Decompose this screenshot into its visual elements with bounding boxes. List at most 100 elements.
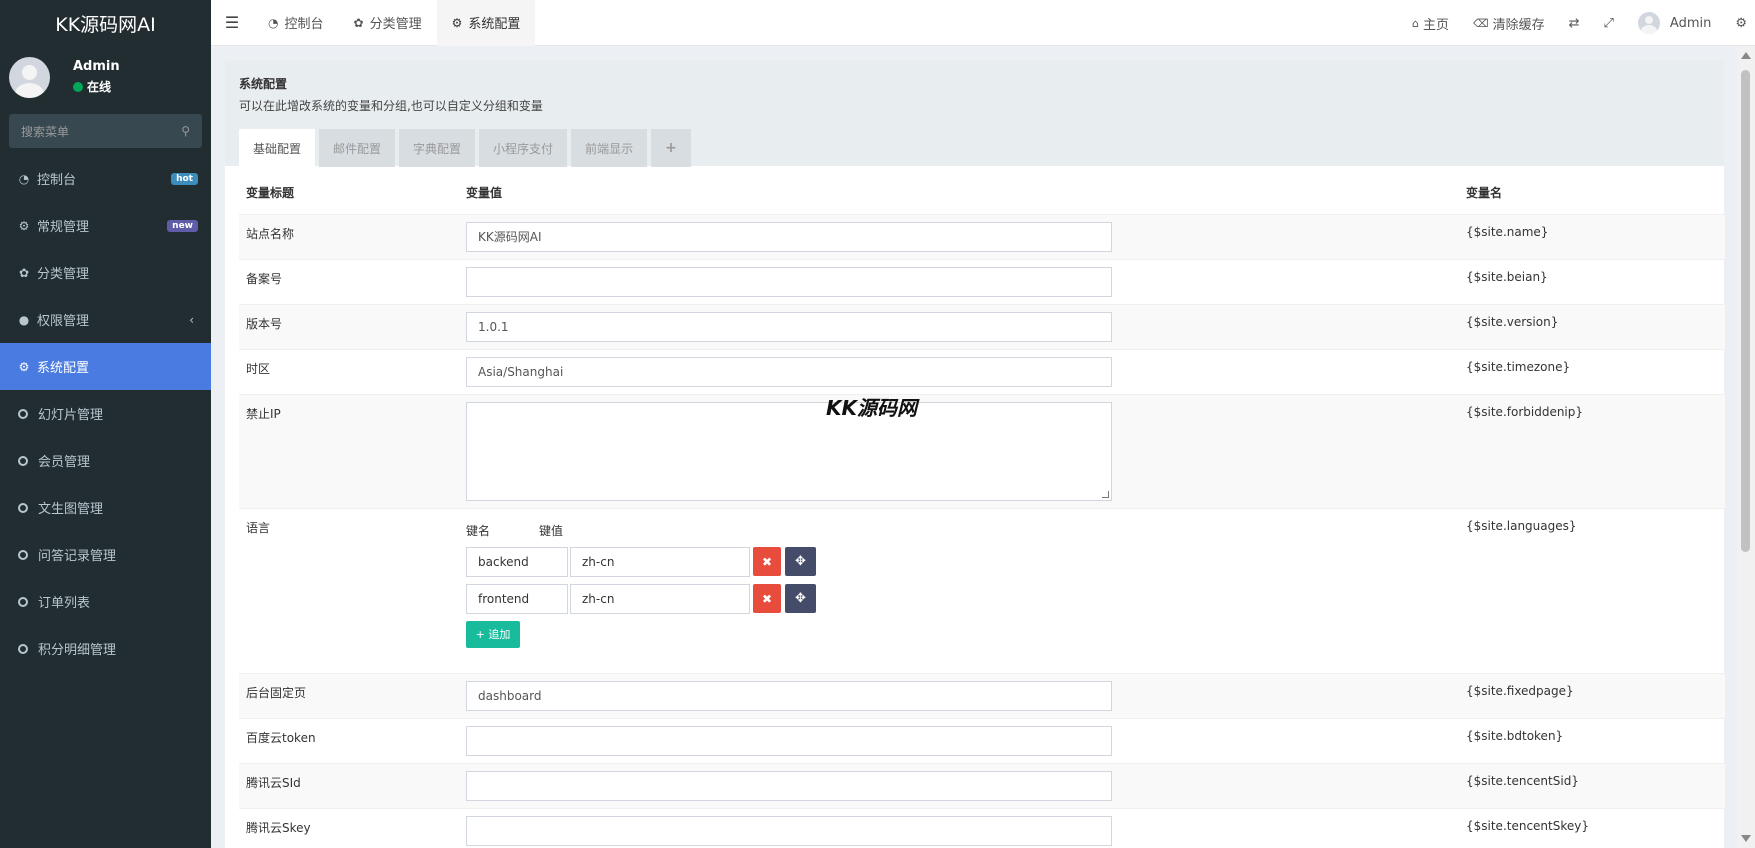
- cogs-icon: ⚙: [18, 218, 30, 233]
- tab-category[interactable]: ✿ 分类管理: [339, 0, 437, 46]
- home-link[interactable]: ⌂ 主页: [1400, 14, 1461, 33]
- tab-miniapp-pay[interactable]: 小程序支付: [479, 129, 568, 167]
- sidebar-item-general[interactable]: ⚙ 常规管理 new: [0, 202, 211, 249]
- circle-icon: [18, 549, 28, 560]
- page-description: 可以在此增改系统的变量和分组,也可以自定义分组和变量: [239, 99, 543, 113]
- gear-icon: ⚙: [451, 15, 463, 30]
- tencent-skey-input[interactable]: [466, 815, 1112, 846]
- row-title: 语言: [239, 507, 459, 673]
- sidebar-item-label: 积分明细管理: [38, 643, 117, 658]
- delete-row-button[interactable]: ✖: [753, 584, 781, 613]
- append-button[interactable]: + 追加: [466, 620, 520, 648]
- kv-key-header: 键名: [466, 523, 491, 538]
- kv-row: backend zh-cn ✖ ✥: [466, 546, 1452, 577]
- scroll-down-icon[interactable]: [1741, 835, 1751, 842]
- column-header-title: 变量标题: [246, 186, 295, 201]
- sidebar-item-label: 幻灯片管理: [38, 408, 104, 423]
- tab-email[interactable]: 邮件配置: [319, 129, 396, 167]
- sidebar-item-label: 系统配置: [37, 361, 90, 376]
- sidebar-item-auth[interactable]: ● 权限管理 ‹: [0, 296, 211, 343]
- column-header-value: 变量值: [466, 186, 503, 201]
- tencent-sid-input[interactable]: [466, 770, 1112, 801]
- row-title: 版本号: [239, 303, 459, 349]
- beian-input[interactable]: [466, 266, 1112, 297]
- tab-label: 系统配置: [468, 17, 521, 32]
- sidebar-item-dashboard[interactable]: ◔ 控制台 hot: [0, 155, 211, 202]
- search-icon[interactable]: ⚲: [181, 124, 190, 138]
- scroll-up-icon[interactable]: [1741, 52, 1751, 59]
- delete-row-button[interactable]: ✖: [753, 547, 781, 576]
- hamburger-icon[interactable]: ☰: [211, 13, 253, 32]
- bdtoken-input[interactable]: [466, 725, 1112, 756]
- version-input[interactable]: 1.0.1: [466, 311, 1112, 342]
- user-status-label: 在线: [87, 80, 112, 94]
- main-content: 系统配置 可以在此增改系统的变量和分组,也可以自定义分组和变量 基础配置 邮件配…: [225, 60, 1725, 848]
- circle-icon: [18, 502, 28, 513]
- tab-config[interactable]: ⚙ 系统配置: [436, 0, 536, 46]
- sidebar-item-qa-records[interactable]: 问答记录管理: [0, 531, 211, 578]
- clear-cache-label: 清除缓存: [1492, 17, 1545, 33]
- home-icon: ⌂: [1412, 16, 1419, 30]
- drag-handle-button[interactable]: ✥: [785, 584, 816, 613]
- hot-badge: hot: [171, 172, 198, 185]
- circle-icon: [18, 643, 28, 654]
- sidebar-item-label: 会员管理: [38, 455, 91, 470]
- kv-value-input[interactable]: zh-cn: [570, 546, 750, 577]
- fullscreen-button[interactable]: ⤢: [1592, 16, 1626, 31]
- tab-frontend[interactable]: 前端显示: [571, 129, 648, 167]
- user-menu[interactable]: Admin: [1626, 12, 1723, 34]
- sidebar-item-label: 权限管理: [37, 314, 90, 329]
- page-scrollbar[interactable]: [1737, 46, 1755, 848]
- site-name-input[interactable]: KK源码网AI: [466, 221, 1112, 252]
- clear-cache-button[interactable]: ⌫ 清除缓存: [1461, 14, 1557, 33]
- kv-key-input[interactable]: frontend: [466, 583, 568, 614]
- tab-basic[interactable]: 基础配置: [239, 129, 316, 167]
- tab-dictionary[interactable]: 字典配置: [399, 129, 476, 167]
- kv-key-input[interactable]: backend: [466, 546, 568, 577]
- sidebar-menu: ◔ 控制台 hot ⚙ 常规管理 new ✿ 分类管理 ● 权限管理 ‹ ⚙ 系…: [0, 155, 211, 672]
- row-varname: {$site.beian}: [1459, 258, 1725, 304]
- page-title: 系统配置: [239, 77, 288, 91]
- sidebar-item-label: 订单列表: [38, 596, 91, 611]
- row-varname: {$site.bdtoken}: [1459, 717, 1725, 763]
- add-tab-button[interactable]: +: [651, 129, 691, 167]
- header-right: ⌂ 主页 ⌫ 清除缓存 ⇄ ⤢ Admin ⚙: [1400, 0, 1755, 46]
- tab-label: 分类管理: [369, 17, 422, 32]
- sidebar-item-text2img[interactable]: 文生图管理: [0, 484, 211, 531]
- sidebar-item-slides[interactable]: 幻灯片管理: [0, 390, 211, 437]
- kv-value-header: 键值: [539, 523, 564, 538]
- table-row: 时区 Asia/Shanghai {$site.timezone}: [239, 348, 1725, 394]
- tab-dashboard[interactable]: ◔ 控制台: [253, 0, 339, 46]
- translate-button[interactable]: ⇄: [1557, 16, 1592, 31]
- scrollbar-thumb[interactable]: [1741, 70, 1750, 552]
- table-row: 版本号 1.0.1 {$site.version}: [239, 303, 1725, 349]
- app-logo[interactable]: KK源码网AI: [0, 0, 211, 46]
- sidebar-item-members[interactable]: 会员管理: [0, 437, 211, 484]
- table-row: 百度云token {$site.bdtoken}: [239, 717, 1725, 763]
- sidebar-item-config[interactable]: ⚙ 系统配置: [0, 343, 211, 390]
- table-row: 禁止IP {$site.forbiddenip}: [239, 393, 1725, 508]
- kv-row: frontend zh-cn ✖ ✥: [466, 583, 1452, 614]
- sidebar-item-orders[interactable]: 订单列表: [0, 578, 211, 625]
- kv-value-input[interactable]: zh-cn: [570, 583, 750, 614]
- fixedpage-input[interactable]: dashboard: [466, 680, 1112, 711]
- sidebar-item-category[interactable]: ✿ 分类管理: [0, 249, 211, 296]
- timezone-input[interactable]: Asia/Shanghai: [466, 356, 1112, 387]
- gear-icon: ⚙: [18, 359, 30, 374]
- user-menu-label: Admin: [1669, 15, 1712, 31]
- sidebar-item-label: 分类管理: [37, 267, 90, 282]
- menu-search-input[interactable]: 搜索菜单 ⚲: [9, 114, 202, 148]
- settings-button[interactable]: ⚙: [1723, 16, 1755, 31]
- move-icon: ✥: [795, 554, 806, 569]
- move-icon: ✥: [795, 591, 806, 606]
- online-dot-icon: [73, 81, 83, 92]
- drag-handle-button[interactable]: ✥: [785, 547, 816, 576]
- chevron-left-icon: ‹: [189, 312, 194, 327]
- sidebar-item-points[interactable]: 积分明细管理: [0, 625, 211, 672]
- row-title: 后台固定页: [239, 672, 459, 718]
- circle-icon: [18, 408, 28, 419]
- trash-icon: ⌫: [1473, 16, 1489, 30]
- row-title: 腾讯云SId: [239, 762, 459, 808]
- forbidden-ip-textarea[interactable]: [466, 401, 1112, 501]
- table-row: 语言 键名 键值 backend zh-cn ✖ ✥ frontend zh-c: [239, 507, 1725, 673]
